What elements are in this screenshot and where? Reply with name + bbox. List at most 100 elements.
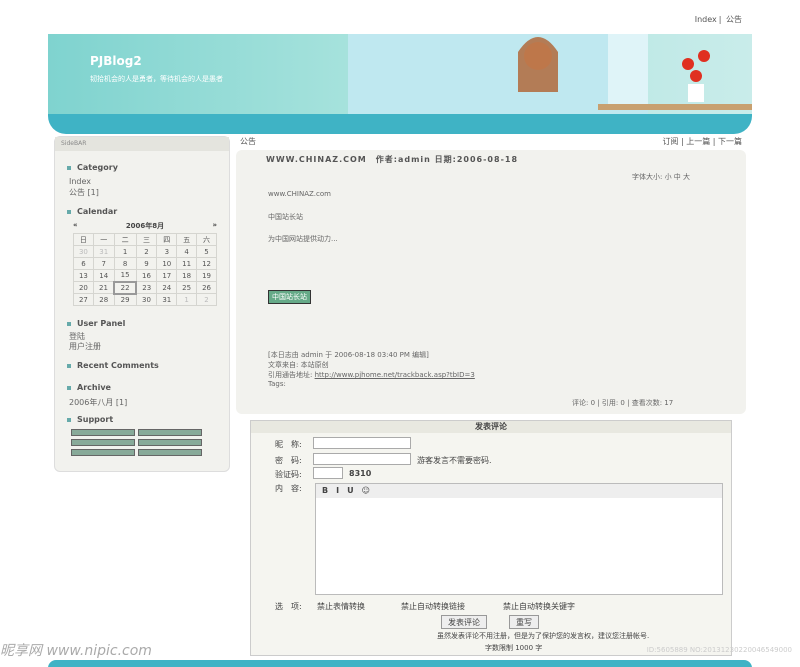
options-label: 选 项:	[275, 602, 302, 611]
calendar-day[interactable]: 21	[92, 281, 115, 294]
calendar-day[interactable]: 18	[176, 269, 198, 282]
font-size-control[interactable]: 字体大小: 小 中 大	[632, 172, 690, 182]
bullet-icon	[67, 417, 71, 422]
calendar-day[interactable]: 5	[196, 245, 217, 258]
char-limit: 字数限制 1000 字	[485, 644, 543, 652]
weekday-cell: 四	[156, 233, 178, 246]
calendar-day[interactable]: 27	[73, 293, 94, 306]
submit-button[interactable]: 发表评论	[441, 615, 487, 629]
calendar-day[interactable]: 13	[73, 269, 94, 282]
badge[interactable]	[71, 439, 135, 446]
weekday-cell: 日	[73, 233, 94, 246]
calendar: « 2006年8月 » 日一二三四五六 30 31 1 2 3 4 5 6 7 8 9 10 11 12 13…	[73, 221, 217, 306]
calendar-next[interactable]: »	[212, 221, 217, 231]
banner: PJBlog2 韧拾机会的人是勇者，等待机会的人是愚者	[48, 34, 752, 114]
register-link[interactable]: 用户注册	[69, 341, 101, 352]
calendar-day[interactable]: 3	[156, 245, 178, 258]
reset-button[interactable]: 重写	[509, 615, 539, 629]
calendar-day[interactable]: 20	[73, 281, 94, 294]
source-row: 文章来自: 本站原创	[268, 361, 329, 369]
nickname-input[interactable]	[313, 437, 411, 449]
post-category[interactable]: 公告	[240, 136, 256, 146]
calendar-day[interactable]: 1	[113, 245, 137, 258]
option-3[interactable]: 禁止自动转换关键字	[503, 601, 575, 612]
bullet-icon	[67, 209, 71, 214]
calendar-day[interactable]: 9	[135, 257, 158, 270]
calendar-day[interactable]: 2	[196, 293, 217, 306]
badge[interactable]	[138, 439, 202, 446]
calendar-day[interactable]: 30	[73, 245, 94, 258]
calendar-day[interactable]: 31	[156, 293, 178, 306]
category-index[interactable]: Index	[69, 177, 91, 186]
calendar-day[interactable]: 23	[135, 281, 158, 294]
calendar-day[interactable]: 1	[176, 293, 198, 306]
option-2[interactable]: 禁止自动转换链接	[401, 601, 465, 612]
smiley-icon[interactable]: ☺	[362, 486, 370, 496]
calendar-day[interactable]: 15	[113, 269, 137, 282]
calendar-day[interactable]: 2	[135, 245, 158, 258]
calendar-day[interactable]: 30	[135, 293, 158, 306]
calendar-day[interactable]: 7	[92, 257, 115, 270]
category-notice[interactable]: 公告 [1]	[69, 187, 99, 198]
watermark-left: 昵享网 www.nipic.com	[0, 643, 152, 659]
calendar-day[interactable]: 24	[156, 281, 178, 294]
calendar-heading: Calendar	[67, 207, 117, 216]
calendar-day[interactable]: 10	[156, 257, 178, 270]
badge[interactable]	[138, 429, 202, 436]
calendar-day[interactable]: 12	[196, 257, 217, 270]
post-box: WWW.CHINAZ.COM 作者:admin 日期:2006-08-18 字体…	[236, 150, 746, 414]
calendar-day[interactable]: 11	[176, 257, 198, 270]
trackback-link[interactable]: http://www.pjhome.net/trackback.asp?tbID…	[315, 371, 475, 379]
tags-label: Tags:	[268, 380, 286, 388]
calendar-day[interactable]: 4	[176, 245, 198, 258]
archive-heading: Archive	[67, 383, 111, 392]
calendar-day[interactable]: 31	[92, 245, 115, 258]
calendar-day[interactable]: 8	[113, 257, 137, 270]
main-content: 公告 订阅 | 上一篇 | 下一篇 WWW.CHINAZ.COM 作者:admi…	[236, 134, 746, 414]
edit-note: [本日志由 admin 于 2006-08-18 03:40 PM 编辑]	[268, 351, 429, 359]
comment-editor[interactable]: B I U ☺	[315, 483, 723, 595]
post-stats: 评论: 0 | 引用: 0 | 查看次数: 17	[572, 399, 674, 407]
source-link[interactable]: 本站原创	[301, 361, 329, 369]
next-post-link[interactable]: 下一篇	[718, 137, 742, 146]
comment-title: 发表评论	[251, 421, 731, 433]
calendar-day[interactable]: 29	[113, 293, 137, 306]
post-meta: 作者:admin 日期:2006-08-18	[375, 155, 519, 164]
calendar-day[interactable]: 19	[196, 269, 217, 282]
subscribe-link[interactable]: 订阅	[662, 137, 678, 146]
calendar-day[interactable]: 22	[113, 280, 138, 295]
watermark-right: ID:5605889 NO:20131230220046549000	[646, 646, 792, 654]
option-1[interactable]: 禁止表情转换	[317, 601, 365, 612]
guest-note: 游客发言不需要密码.	[417, 456, 492, 465]
calendar-prev[interactable]: «	[73, 221, 78, 231]
calendar-day[interactable]: 26	[196, 281, 217, 294]
calendar-day[interactable]: 28	[92, 293, 115, 306]
calendar-day[interactable]: 17	[156, 269, 178, 282]
bullet-icon	[67, 363, 71, 368]
bold-icon[interactable]: B	[322, 486, 328, 496]
badge[interactable]	[71, 449, 135, 456]
chinaz-image[interactable]: 中国站长站	[268, 290, 311, 304]
badge[interactable]	[138, 449, 202, 456]
calendar-day[interactable]: 6	[73, 257, 94, 270]
password-input[interactable]	[313, 453, 411, 465]
calendar-day[interactable]: 14	[92, 269, 115, 282]
badge[interactable]	[71, 429, 135, 436]
post-title-row: WWW.CHINAZ.COM 作者:admin 日期:2006-08-18	[266, 154, 518, 165]
post-header: 公告 订阅 | 上一篇 | 下一篇	[240, 136, 742, 146]
banner-bar	[48, 114, 752, 134]
category-heading: Category	[67, 163, 118, 172]
weekday-cell: 三	[135, 233, 158, 246]
banner-illustration	[348, 34, 752, 114]
italic-icon[interactable]: I	[336, 486, 339, 496]
calendar-day[interactable]: 25	[176, 281, 198, 294]
archive-item[interactable]: 2006年八月 [1]	[69, 397, 127, 408]
calendar-day[interactable]: 16	[135, 269, 158, 282]
captcha-input[interactable]	[313, 467, 343, 479]
nav-notice-link[interactable]: 公告	[726, 15, 742, 24]
bullet-icon	[67, 165, 71, 170]
nav-index-link[interactable]: Index	[695, 15, 717, 24]
underline-icon[interactable]: U	[347, 486, 354, 496]
prev-post-link[interactable]: 上一篇	[686, 137, 710, 146]
weekday-cell: 五	[176, 233, 198, 246]
